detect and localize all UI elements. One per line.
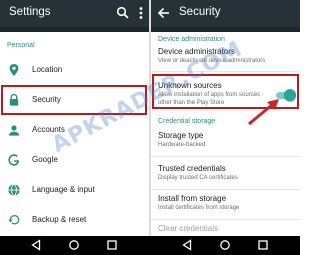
search-icon[interactable] bbox=[115, 5, 131, 21]
credential-storage-section-header: Credential storage bbox=[158, 118, 216, 125]
settings-item-location[interactable]: Location bbox=[0, 55, 149, 85]
personal-section-header: Personal bbox=[7, 42, 35, 49]
nav-recents-icon[interactable] bbox=[257, 239, 269, 251]
red-arrow-icon bbox=[248, 99, 279, 126]
app-bar-shadow bbox=[0, 27, 149, 32]
settings-item-label: Backup & reset bbox=[32, 215, 87, 224]
nav-home-icon[interactable] bbox=[68, 239, 80, 251]
account-icon bbox=[7, 123, 21, 137]
app-bar-shadow bbox=[151, 27, 300, 32]
globe-icon bbox=[7, 183, 21, 197]
location-pin-icon bbox=[7, 63, 21, 77]
divider bbox=[151, 156, 300, 157]
nav-home-icon[interactable] bbox=[219, 239, 231, 251]
pref-clear-credentials[interactable]: Clear credentials bbox=[158, 224, 298, 234]
settings-item-label: Location bbox=[32, 65, 63, 74]
pref-title: Clear credentials bbox=[158, 224, 219, 233]
settings-item-backup[interactable]: Backup & reset bbox=[0, 205, 149, 235]
pref-storage-type: Storage type Hardware-backed bbox=[158, 131, 298, 149]
security-app-bar: Security bbox=[151, 0, 300, 27]
pref-title: Trusted credentials bbox=[158, 164, 226, 173]
device-admin-section-header: Device administration bbox=[158, 36, 225, 43]
pref-summary: Hardware-backed bbox=[158, 142, 206, 148]
back-arrow-icon[interactable] bbox=[156, 5, 172, 21]
pref-title: Storage type bbox=[158, 131, 204, 140]
divider bbox=[151, 219, 300, 220]
pref-title: Install from storage bbox=[158, 194, 227, 203]
pref-install-from-storage[interactable]: Install from storage Install certificate… bbox=[158, 194, 298, 212]
nav-recents-icon[interactable] bbox=[106, 239, 118, 251]
backup-icon bbox=[7, 213, 21, 227]
overflow-menu-icon[interactable] bbox=[133, 5, 149, 21]
settings-item-label: Language & input bbox=[32, 185, 95, 194]
security-pane: Security Device administration Device ad… bbox=[151, 0, 300, 236]
security-title: Security bbox=[179, 6, 221, 18]
nav-back-icon[interactable] bbox=[181, 239, 193, 251]
pref-trusted-credentials[interactable]: Trusted credentials Display trusted CA c… bbox=[158, 164, 298, 182]
settings-item-language[interactable]: Language & input bbox=[0, 175, 149, 205]
pref-summary: Install certificates from storage bbox=[158, 205, 240, 211]
divider bbox=[151, 189, 300, 190]
pref-summary: Display trusted CA certificates bbox=[158, 175, 238, 181]
settings-title: Settings bbox=[9, 6, 51, 18]
settings-item-label: Google bbox=[32, 155, 58, 164]
settings-app-bar: Settings bbox=[0, 0, 149, 27]
google-icon bbox=[7, 153, 21, 167]
system-nav-bar bbox=[0, 236, 300, 255]
nav-back-icon[interactable] bbox=[30, 239, 42, 251]
